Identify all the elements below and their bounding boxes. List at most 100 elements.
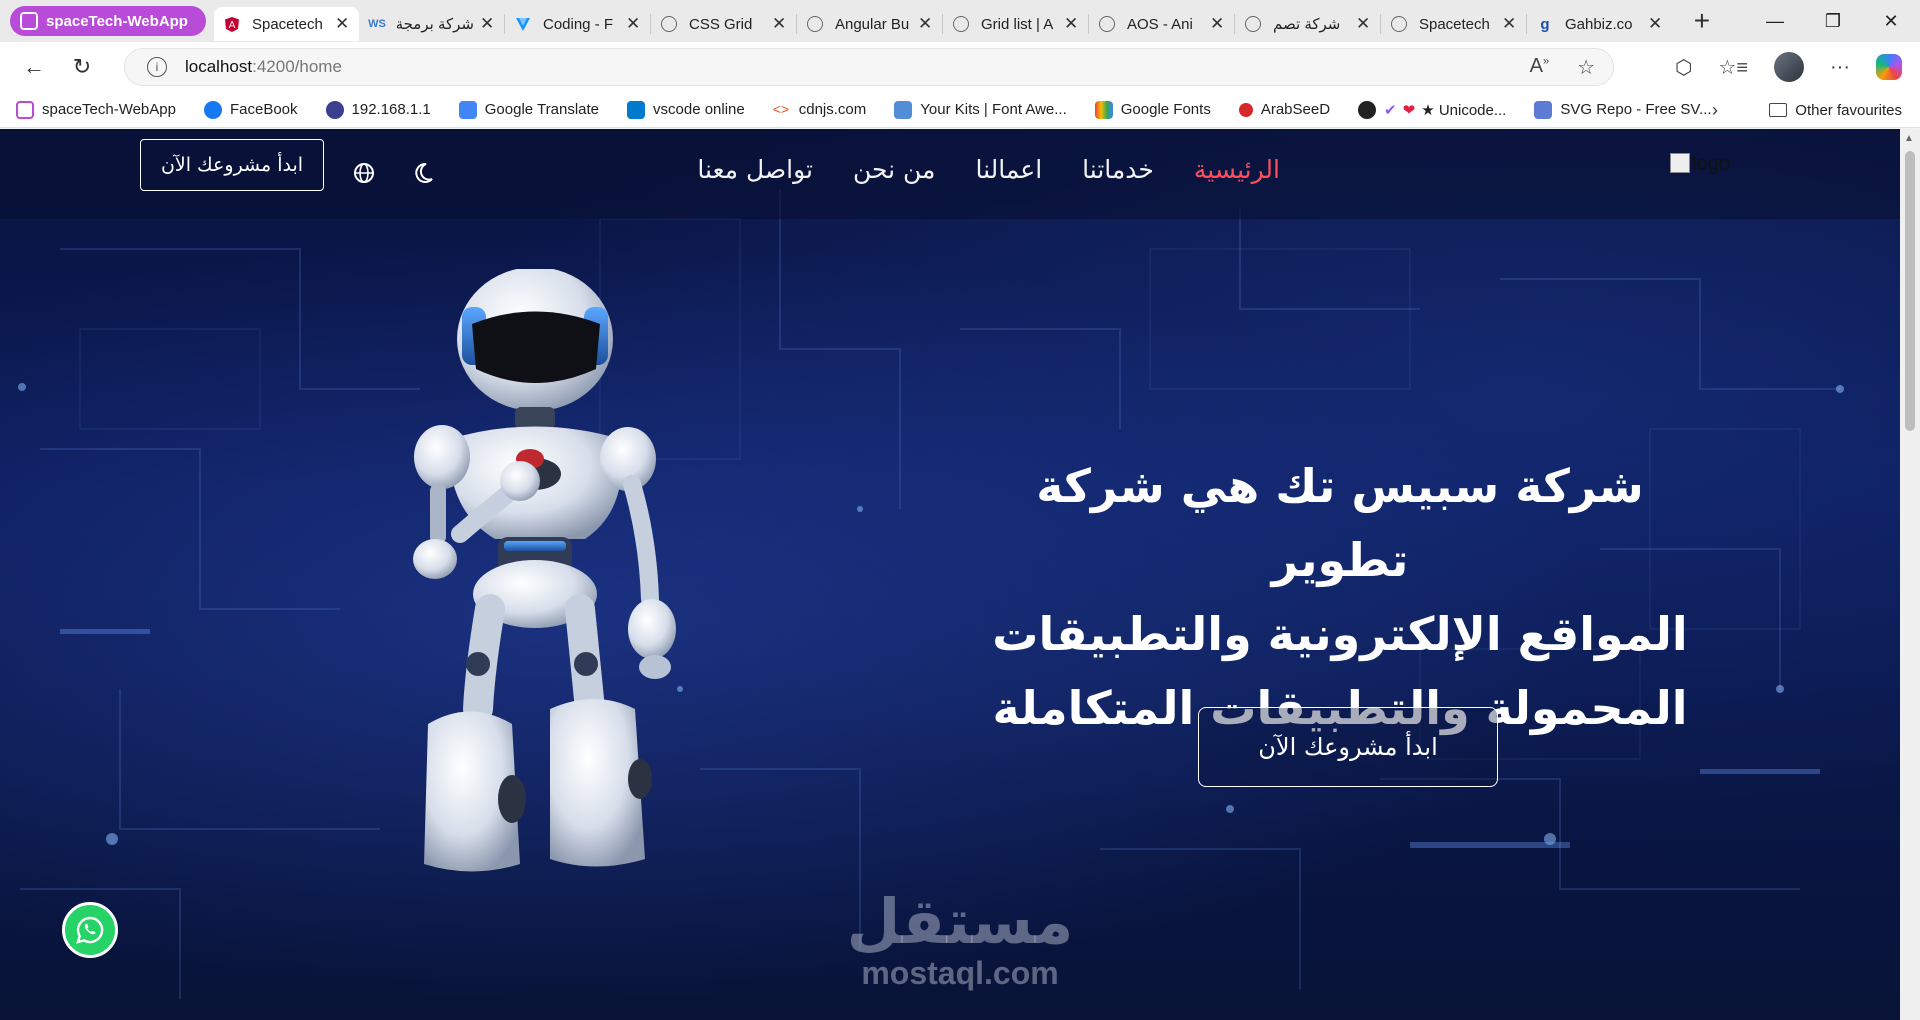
nav-link-about[interactable]: من نحن (853, 155, 936, 184)
nav-link-home[interactable]: الرئيسية (1194, 155, 1280, 184)
globe-icon (1390, 16, 1407, 32)
tab-group-label: spaceTech-WebApp (46, 12, 188, 30)
bookmark-item[interactable]: vscode online (627, 100, 745, 119)
broken-image-icon (1670, 153, 1690, 173)
start-project-nav-button[interactable]: ابدأ مشروعك الآن (140, 139, 324, 191)
tab-8[interactable]: شركة تصم ✕ (1235, 7, 1380, 41)
close-tab-icon[interactable]: ✕ (772, 14, 788, 34)
tab-7[interactable]: AOS - Ani ✕ (1089, 7, 1234, 41)
url-host: localhost (185, 57, 253, 76)
page-scrollbar[interactable]: ▲ (1900, 129, 1920, 1020)
font-awesome-flag-icon (894, 100, 913, 119)
hero-title-line: شركة سبيس تك هي شركة تطوير (1036, 459, 1644, 587)
tab-spacetech-active[interactable]: A Spacetech ✕ (213, 7, 359, 41)
svg-text:A: A (229, 20, 236, 31)
check-icon: ✔ (1384, 101, 1397, 119)
close-window-icon[interactable]: ✕ (1862, 0, 1920, 42)
google-translate-icon (458, 100, 477, 119)
close-tab-icon[interactable]: ✕ (1648, 14, 1664, 34)
tab-9[interactable]: Spacetech ✕ (1381, 7, 1526, 41)
bookmarks-bar: spaceTech-WebApp FaceBook 192.168.1.1 Go… (0, 92, 1920, 128)
bookmark-item[interactable]: spaceTech-WebApp (16, 100, 176, 119)
close-tab-icon[interactable]: ✕ (1064, 14, 1080, 34)
bookmark-item[interactable]: 192.168.1.1 (325, 100, 431, 119)
globe-icon (952, 16, 969, 32)
dark-mode-moon-icon[interactable] (409, 159, 437, 187)
favourite-star-icon[interactable]: ☆ (1577, 55, 1595, 80)
extensions-icon[interactable]: ⬡ (1675, 55, 1692, 80)
close-tab-icon[interactable]: ✕ (1210, 14, 1226, 34)
folder-icon (1769, 103, 1788, 117)
bookmark-item[interactable]: Your Kits | Font Awe... (894, 100, 1067, 119)
nav-link-contact[interactable]: تواصل معنا (697, 155, 813, 184)
watermark-latin: mostaql.com (861, 955, 1059, 991)
arabseed-icon (1238, 102, 1253, 117)
close-tab-icon[interactable]: ✕ (1502, 14, 1518, 34)
heart-icon: ❤ (1402, 101, 1416, 119)
scroll-up-icon[interactable]: ▲ (1904, 133, 1914, 144)
browser-tab-bar: spaceTech-WebApp A Spacetech ✕ WS شركة ب… (0, 0, 1920, 42)
bookmark-item[interactable]: Google Fonts (1094, 100, 1211, 119)
start-project-hero-button[interactable]: ابدأ مشروعك الآن (1198, 707, 1498, 787)
restore-icon[interactable]: ❐ (1804, 0, 1862, 42)
chevron-right-icon[interactable]: › (1712, 100, 1718, 121)
scrollbar-thumb[interactable] (1905, 151, 1915, 431)
close-tab-icon[interactable]: ✕ (480, 14, 496, 34)
angular-icon: A (224, 16, 240, 32)
profile-avatar[interactable] (1774, 52, 1805, 82)
bookmark-item[interactable]: FaceBook (203, 100, 298, 119)
tab-group-icon (16, 100, 34, 119)
website-viewport: logo الرئيسية خدماتنا اعمالنا من نحن توا… (0, 129, 1900, 1020)
globe-icon (660, 16, 677, 32)
language-globe-icon[interactable] (350, 159, 378, 187)
copilot-icon[interactable] (1876, 54, 1902, 80)
new-tab-button[interactable]: + (1682, 4, 1722, 38)
tab-5[interactable]: Angular Bu ✕ (797, 7, 942, 41)
bookmark-item[interactable]: ArabSeeD (1238, 101, 1330, 118)
g-icon: g (1540, 15, 1550, 33)
reload-icon[interactable]: ↻ (60, 47, 104, 87)
close-tab-icon[interactable]: ✕ (1356, 14, 1372, 34)
minimize-icon[interactable]: — (1746, 0, 1804, 42)
hero-title-line: المواقع الإلكترونية والتطبيقات (992, 607, 1688, 661)
globe-icon (1098, 16, 1115, 32)
more-menu-icon[interactable]: ··· (1830, 56, 1850, 79)
globe-icon (806, 16, 823, 32)
bookmark-item[interactable]: Google Translate (458, 100, 599, 119)
window-controls: — ❐ ✕ (1746, 0, 1920, 42)
vuetify-icon (515, 16, 531, 32)
back-arrow-icon[interactable]: ← (12, 47, 56, 87)
nav-link-services[interactable]: خدماتنا (1082, 155, 1154, 184)
tab-group-icon (20, 12, 38, 30)
bookmark-item[interactable]: SVG Repo - Free SV... (1534, 100, 1712, 119)
browser-toolbar: ⬡ ☆≡ ··· (1675, 48, 1902, 86)
whatsapp-icon[interactable] (62, 902, 118, 958)
close-tab-icon[interactable]: ✕ (918, 14, 934, 34)
tab-6[interactable]: Grid list | A ✕ (943, 7, 1088, 41)
site-info-icon[interactable]: i (147, 57, 167, 77)
vscode-icon (627, 100, 646, 119)
close-tab-icon[interactable]: ✕ (335, 14, 351, 34)
nav-link-works[interactable]: اعمالنا (975, 155, 1042, 184)
watermark-arabic: مستقل (846, 885, 1074, 958)
tab-group-chip[interactable]: spaceTech-WebApp (10, 6, 206, 36)
site-main-menu: الرئيسية خدماتنا اعمالنا من نحن تواصل مع… (697, 155, 1280, 184)
url-field[interactable]: i localhost:4200/home A» ☆ (124, 48, 1614, 86)
svg-repo-icon (1534, 100, 1553, 119)
tab-4[interactable]: CSS Grid ✕ (651, 7, 796, 41)
bookmark-item[interactable]: ✔ ❤ ★ Unicode... (1358, 100, 1506, 119)
read-aloud-icon[interactable]: A» (1530, 55, 1549, 80)
robot-illustration (413, 269, 676, 872)
router-icon (325, 100, 344, 119)
address-bar-row: ← ↻ i localhost:4200/home A» ☆ ⬡ ☆≡ ··· (0, 42, 1920, 92)
site-logo-broken-image[interactable]: logo (1670, 153, 1730, 176)
close-tab-icon[interactable]: ✕ (626, 14, 642, 34)
tab-2[interactable]: WS شركة برمجة ✕ (359, 7, 504, 41)
favourites-list-icon[interactable]: ☆≡ (1718, 55, 1748, 80)
bookmark-item[interactable]: <> cdnjs.com (773, 101, 867, 119)
tab-10[interactable]: g Gahbiz.co ✕ (1527, 7, 1672, 41)
tab-strip: A Spacetech ✕ WS شركة برمجة ✕ Coding - F… (213, 0, 1722, 42)
tab-3[interactable]: Coding - F ✕ (505, 7, 650, 41)
facebook-icon (203, 100, 222, 119)
other-favourites[interactable]: Other favourites (1769, 92, 1902, 128)
